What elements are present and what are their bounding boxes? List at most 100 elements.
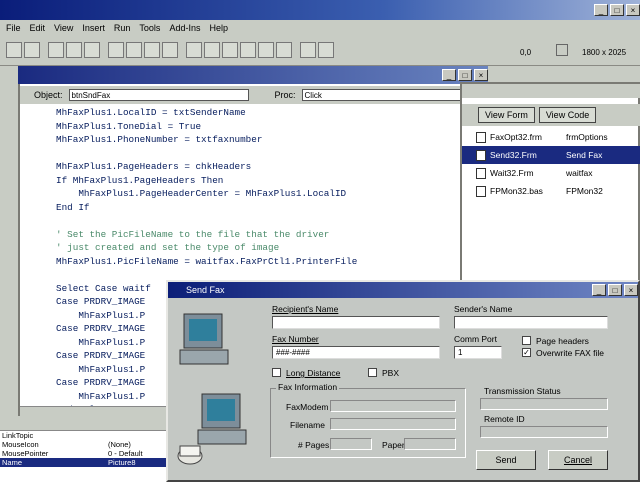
lock-icon[interactable] bbox=[84, 42, 100, 58]
minimize-icon[interactable]: _ bbox=[594, 4, 608, 16]
project-item[interactable]: FPMon32.bas FPMon32 bbox=[462, 182, 640, 200]
break-icon[interactable] bbox=[204, 42, 220, 58]
dialog-maximize-icon[interactable]: □ bbox=[608, 284, 622, 296]
menu-bar: File Edit View Insert Run Tools Add-Ins … bbox=[0, 20, 640, 36]
view-form-button[interactable]: View Form bbox=[478, 107, 535, 123]
maximize-icon[interactable]: □ bbox=[610, 4, 624, 16]
menu-help[interactable]: Help bbox=[209, 23, 228, 33]
recipient-input[interactable] bbox=[272, 316, 440, 329]
transmission-status-value bbox=[480, 398, 608, 410]
code-window-controls: _ □ × bbox=[442, 69, 488, 81]
project-item[interactable]: FaxOpt32.frm frmOptions bbox=[462, 128, 640, 146]
project-buttons: View Form View Code bbox=[462, 104, 640, 126]
menu-tools[interactable]: Tools bbox=[139, 23, 160, 33]
toolbar: 0,0 1800 x 2025 bbox=[0, 36, 640, 66]
proc-label: Proc: bbox=[274, 90, 296, 100]
project-item-name: waitfax bbox=[566, 168, 593, 178]
sender-label: Sender's Name bbox=[454, 304, 513, 314]
menu-editor-icon[interactable] bbox=[108, 42, 124, 58]
run-icon[interactable] bbox=[186, 42, 202, 58]
comm-port-label: Comm Port bbox=[454, 334, 497, 344]
ide-window-controls: _ □ × bbox=[594, 4, 640, 16]
project-item[interactable]: Wait32.Frm waitfax bbox=[462, 164, 640, 182]
menu-run[interactable]: Run bbox=[114, 23, 131, 33]
code-minimize-icon[interactable]: _ bbox=[442, 69, 456, 81]
object-browser-icon[interactable] bbox=[162, 42, 178, 58]
view-code-button[interactable]: View Code bbox=[538, 107, 597, 123]
fax-illustration bbox=[176, 306, 250, 476]
remote-id-value bbox=[480, 426, 608, 438]
menu-edit[interactable]: Edit bbox=[30, 23, 46, 33]
project-item[interactable]: Send32.Frm Send Fax bbox=[462, 146, 640, 164]
step-into-icon[interactable] bbox=[300, 42, 316, 58]
code-line: End If bbox=[56, 201, 90, 213]
code-window-title-bar bbox=[18, 66, 488, 84]
calls-icon[interactable] bbox=[276, 42, 292, 58]
page-headers-label: Page headers bbox=[536, 336, 589, 346]
pages-label: # Pages bbox=[298, 440, 330, 450]
form-file-icon bbox=[476, 131, 486, 143]
proc-combo[interactable]: Click bbox=[301, 89, 462, 101]
step-over-icon[interactable] bbox=[318, 42, 334, 58]
paper-value bbox=[404, 438, 456, 450]
property-value: Picture8 bbox=[108, 458, 136, 467]
filename-label: Filename bbox=[290, 420, 325, 430]
toggle-breakpoint-icon[interactable] bbox=[240, 42, 256, 58]
recipient-label: Recipient's Name bbox=[272, 304, 339, 314]
project-item-file: Wait32.Frm bbox=[490, 168, 534, 178]
property-key: MouseIcon bbox=[2, 440, 39, 449]
pbx-checkbox[interactable] bbox=[368, 368, 377, 377]
object-label: Object: bbox=[34, 90, 63, 100]
dialog-window-controls: _ □ × bbox=[592, 284, 638, 296]
project-icon[interactable] bbox=[144, 42, 160, 58]
menu-view[interactable]: View bbox=[54, 23, 73, 33]
form-file-icon bbox=[476, 185, 486, 197]
ide-title-bar bbox=[0, 0, 640, 20]
cancel-button[interactable]: Cancel bbox=[548, 450, 608, 470]
instant-watch-icon[interactable] bbox=[258, 42, 274, 58]
property-key: Name bbox=[2, 458, 23, 467]
position-readout: 0,0 bbox=[520, 48, 532, 57]
save-project-icon[interactable] bbox=[66, 42, 82, 58]
object-proc-row: Object: btnSndFax Proc: Click bbox=[20, 86, 486, 104]
menu-add-ins[interactable]: Add-Ins bbox=[169, 23, 200, 33]
send-fax-title: Send Fax bbox=[168, 282, 638, 298]
size-readout: 1800 x 2025 bbox=[582, 48, 627, 57]
comm-port-input[interactable]: 1 bbox=[454, 346, 502, 359]
size-icon bbox=[556, 44, 568, 56]
sender-input[interactable] bbox=[454, 316, 608, 329]
faxmodem-value bbox=[330, 400, 456, 412]
transmission-status-label: Transmission Status bbox=[484, 386, 561, 396]
remote-id-label: Remote ID bbox=[484, 414, 525, 424]
send-button[interactable]: Send bbox=[476, 450, 536, 470]
project-item-file: Send32.Frm bbox=[490, 150, 537, 160]
new-form-icon[interactable] bbox=[6, 42, 22, 58]
code-maximize-icon[interactable]: □ bbox=[458, 69, 472, 81]
menu-insert[interactable]: Insert bbox=[82, 23, 105, 33]
overwrite-fax-checkbox[interactable]: ✓ bbox=[522, 348, 531, 357]
long-distance-checkbox[interactable] bbox=[272, 368, 281, 377]
project-window-title-bar bbox=[462, 84, 640, 98]
code-close-icon[interactable]: × bbox=[474, 69, 488, 81]
long-distance-label: Long Distance bbox=[286, 368, 341, 378]
code-line: MhFaxPlus1.PhoneNumber = txtfaxnumber bbox=[56, 134, 263, 145]
menu-file[interactable]: File bbox=[6, 23, 21, 33]
code-line: MhFaxPlus1.PageHeaders = chkHeaders bbox=[56, 161, 252, 172]
fax-information-label: Fax Information bbox=[276, 382, 340, 392]
code-line: MhFaxPlus1.PicFileName = waitfax.FaxPrCt… bbox=[56, 255, 358, 267]
object-combo[interactable]: btnSndFax bbox=[68, 89, 249, 101]
dialog-minimize-icon[interactable]: _ bbox=[592, 284, 606, 296]
fax-number-input[interactable]: ###-#### bbox=[272, 346, 440, 359]
open-project-icon[interactable] bbox=[48, 42, 64, 58]
property-key: LinkTopic bbox=[2, 431, 34, 440]
properties-icon[interactable] bbox=[126, 42, 142, 58]
page-headers-checkbox[interactable] bbox=[522, 336, 531, 345]
dialog-close-icon[interactable]: × bbox=[624, 284, 638, 296]
new-module-icon[interactable] bbox=[24, 42, 40, 58]
close-icon[interactable]: × bbox=[626, 4, 640, 16]
code-line: MhFaxPlus1.PageHeaderCenter = MhFaxPlus1… bbox=[56, 188, 347, 199]
end-icon[interactable] bbox=[222, 42, 238, 58]
project-file-list: FaxOpt32.frm frmOptions Send32.Frm Send Fax… bbox=[462, 128, 640, 200]
